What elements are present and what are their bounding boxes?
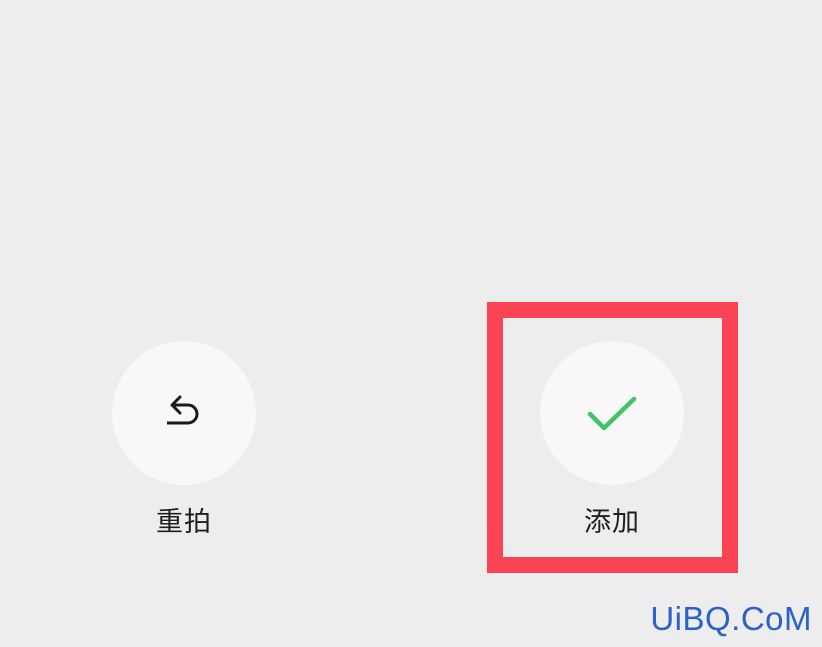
retake-button[interactable] [112, 341, 256, 485]
watermark-text: UiBQ.CoM [650, 600, 812, 637]
highlight-annotation-box [487, 302, 738, 573]
undo-arrow-icon [167, 395, 199, 425]
retake-label: 重拍 [156, 507, 212, 538]
